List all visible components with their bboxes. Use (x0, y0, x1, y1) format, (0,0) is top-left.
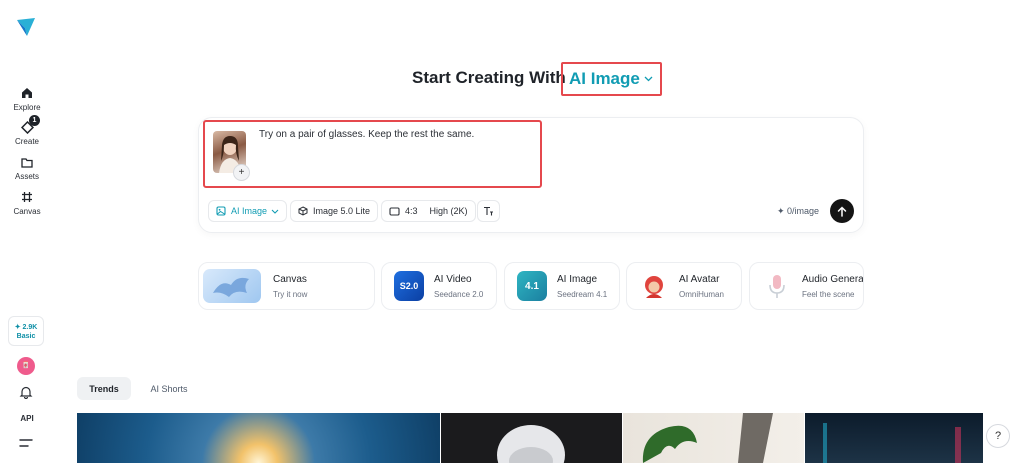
page-title: Start Creating With (412, 68, 566, 88)
credits-badge[interactable]: ✦ 2.9K Basic (8, 316, 44, 346)
folder-icon (20, 155, 34, 169)
cube-icon (298, 206, 308, 216)
feature-subtitle: Seedream 4.1 (557, 289, 608, 299)
arrow-up-icon (837, 205, 847, 217)
sidebar-item-canvas[interactable]: Canvas (0, 190, 54, 216)
ratio-quality-selector[interactable]: 4:3 High (2K) (381, 200, 476, 222)
mode-dropdown-label: AI Image (231, 206, 268, 216)
feature-card-ai-video[interactable]: S2.0 AI Video Seedance 2.0 (381, 262, 497, 310)
avatar[interactable]: 🀄 (17, 357, 35, 375)
text-format-icon (484, 206, 493, 216)
prompt-input[interactable]: Try on a pair of glasses. Keep the rest … (259, 129, 474, 140)
feature-title: Audio Genera (802, 273, 864, 285)
canvas-icon (20, 190, 34, 204)
feature-title: Canvas (273, 273, 307, 285)
sidebar-item-label: Assets (14, 172, 39, 181)
feature-card-ai-avatar[interactable]: AI Avatar OmniHuman (626, 262, 742, 310)
feature-subtitle: Try it now (273, 289, 308, 299)
feature-title: AI Avatar (679, 273, 720, 285)
feature-subtitle: OmniHuman (679, 289, 724, 299)
microphone-icon (762, 271, 792, 301)
ratio-label: 4:3 (405, 206, 418, 216)
chevron-down-icon (644, 74, 653, 85)
add-image-button[interactable]: + (233, 164, 250, 181)
plan-label: Basic (16, 332, 36, 340)
credit-counter: ✦ 0/image (777, 206, 820, 216)
feature-card-ai-image[interactable]: 4.1 AI Image Seedream 4.1 (504, 262, 620, 310)
credits-amount: ✦ 2.9K (14, 323, 38, 331)
model-selector-label: Image 5.0 Lite (313, 206, 371, 216)
gallery-thumbnail[interactable] (441, 413, 622, 463)
mode-selector[interactable]: AI Image (561, 62, 662, 96)
feature-card-canvas[interactable]: Canvas Try it now (198, 262, 375, 310)
feature-title: AI Video (434, 273, 472, 285)
quality-label: High (2K) (429, 206, 468, 216)
bell-icon[interactable] (19, 385, 33, 399)
feature-card-audio[interactable]: Audio Genera Feel the scene (749, 262, 864, 310)
api-link[interactable]: API (0, 414, 54, 423)
gallery-thumbnail[interactable] (77, 413, 440, 463)
help-button[interactable]: ? (986, 424, 1010, 448)
feature-title: AI Image (557, 273, 598, 285)
sidebar-item-label: Canvas (13, 207, 41, 216)
ai-video-icon: S2.0 (394, 271, 424, 301)
canvas-thumbnail (203, 269, 261, 303)
model-selector[interactable]: Image 5.0 Lite (290, 200, 379, 222)
sidebar-item-explore[interactable]: Explore (0, 86, 54, 112)
sidebar: Explore 1 Create Assets Canvas ✦ 2.9K Ba… (0, 0, 54, 463)
sidebar-item-label: Create (14, 137, 39, 146)
menu-icon[interactable] (19, 438, 33, 448)
sidebar-item-assets[interactable]: Assets (0, 155, 54, 181)
gallery-thumbnail[interactable] (805, 413, 983, 463)
image-icon (216, 206, 226, 216)
tab-ai-shorts[interactable]: AI Shorts (138, 377, 200, 400)
sidebar-item-label: Explore (13, 103, 41, 112)
ai-image-icon: 4.1 (517, 271, 547, 301)
feature-subtitle: Feel the scene (802, 289, 855, 299)
aspect-ratio-icon (389, 206, 400, 216)
page-title-prefix: Start Creating With (412, 68, 566, 87)
sidebar-item-create[interactable]: 1 Create (0, 115, 54, 146)
mode-dropdown[interactable]: AI Image (208, 200, 288, 222)
gallery-thumbnail[interactable] (623, 413, 804, 463)
text-style-button[interactable] (477, 200, 500, 222)
chevron-down-icon (271, 209, 279, 214)
feature-subtitle: Seedance 2.0 (434, 289, 484, 299)
send-button[interactable] (830, 199, 854, 223)
mode-selector-label: AI Image (569, 69, 640, 88)
tab-trends[interactable]: Trends (77, 377, 131, 400)
logo-icon[interactable] (15, 16, 37, 38)
home-icon (20, 86, 34, 100)
create-badge: 1 (29, 115, 40, 126)
ai-avatar-icon (639, 271, 669, 301)
